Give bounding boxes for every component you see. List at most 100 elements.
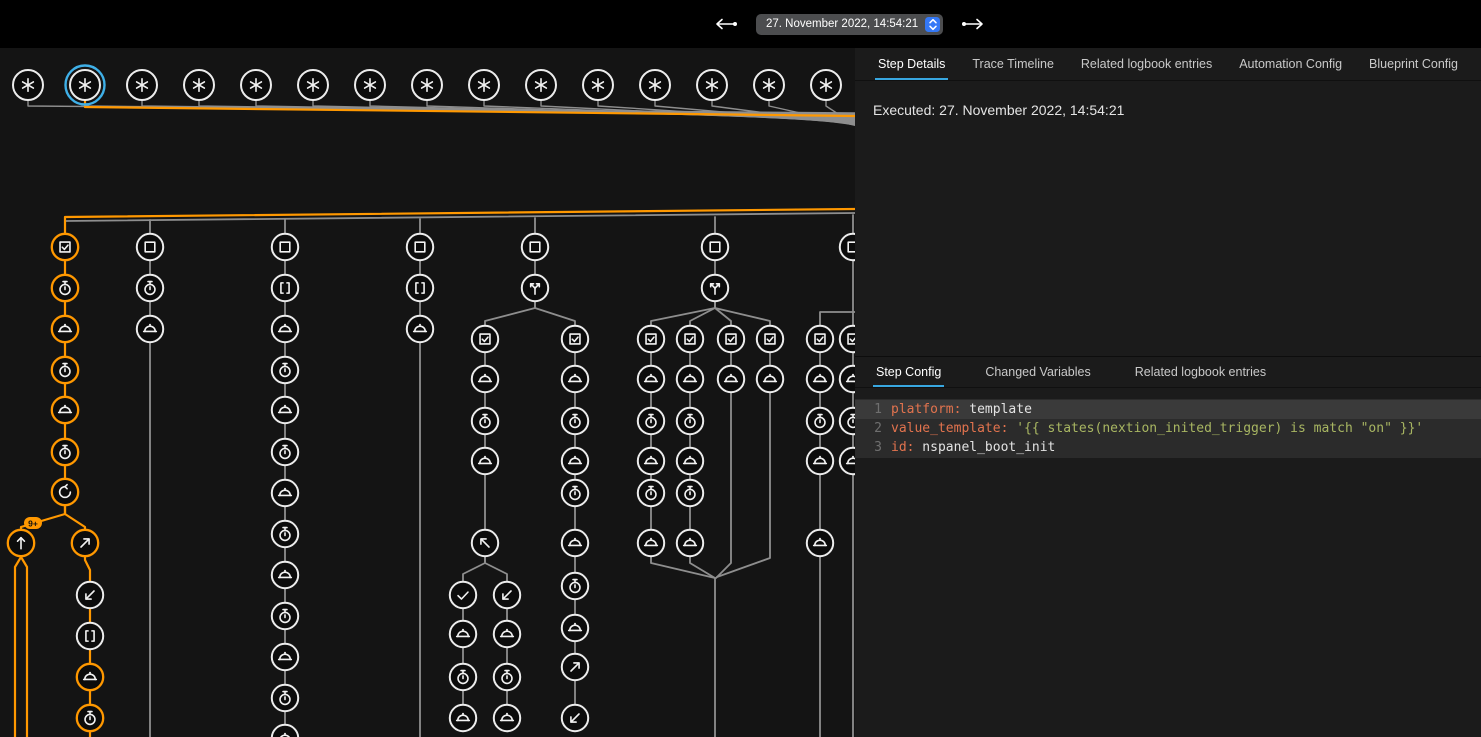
dome-node[interactable] (472, 448, 498, 474)
square-node[interactable] (137, 234, 163, 260)
square-node[interactable] (702, 234, 728, 260)
timer-node[interactable] (77, 705, 103, 731)
dome-node[interactable] (718, 366, 744, 392)
timer-node[interactable] (677, 480, 703, 506)
check-node[interactable] (450, 582, 476, 608)
trigger-node[interactable] (241, 70, 271, 100)
timer-node[interactable] (450, 664, 476, 690)
timer-node[interactable] (677, 408, 703, 434)
tab-changed-variables[interactable]: Changed Variables (982, 357, 1093, 387)
dome-node[interactable] (757, 366, 783, 392)
checkbox-node[interactable] (52, 234, 78, 260)
trigger-node[interactable] (754, 70, 784, 100)
trigger-node[interactable] (184, 70, 214, 100)
timer-node[interactable] (494, 664, 520, 690)
tab-related-logbook-entries[interactable]: Related logbook entries (1078, 48, 1215, 80)
dome-node[interactable] (638, 448, 664, 474)
trigger-node[interactable] (469, 70, 499, 100)
dome-node[interactable] (562, 448, 588, 474)
timer-node[interactable] (52, 275, 78, 301)
trigger-node[interactable] (697, 70, 727, 100)
checkbox-node[interactable] (718, 326, 744, 352)
dome-node[interactable] (638, 366, 664, 392)
brackets-node[interactable] (77, 623, 103, 649)
arrow-up-right-node[interactable] (562, 654, 588, 680)
timer-node[interactable] (840, 408, 855, 434)
split-node[interactable] (522, 275, 548, 301)
dome-node[interactable] (450, 705, 476, 731)
brackets-node[interactable] (407, 275, 433, 301)
checkbox-node[interactable] (677, 326, 703, 352)
dome-node[interactable] (494, 621, 520, 647)
checkbox-node[interactable] (472, 326, 498, 352)
timer-node[interactable] (272, 439, 298, 465)
dome-node[interactable] (472, 366, 498, 392)
dome-node[interactable] (272, 644, 298, 670)
dome-node[interactable] (677, 448, 703, 474)
split-node[interactable] (702, 275, 728, 301)
dome-node[interactable] (494, 705, 520, 731)
timer-node[interactable] (472, 408, 498, 434)
arrow-up-left-node[interactable] (472, 530, 498, 556)
dome-node[interactable] (562, 366, 588, 392)
timer-node[interactable] (562, 573, 588, 599)
arrow-down-left-node[interactable] (77, 582, 103, 608)
trigger-node[interactable] (583, 70, 613, 100)
step-config-code[interactable]: 1platform: template2value_template: '{{ … (855, 399, 1481, 458)
arrow-down-left-node[interactable] (562, 705, 588, 731)
timer-node[interactable] (807, 408, 833, 434)
timer-node[interactable] (272, 603, 298, 629)
square-node[interactable] (840, 234, 855, 260)
checkbox-node[interactable] (807, 326, 833, 352)
dome-node[interactable] (677, 530, 703, 556)
dome-node[interactable] (272, 480, 298, 506)
next-trace-button[interactable] (959, 15, 987, 33)
timer-node[interactable] (562, 408, 588, 434)
checkbox-node[interactable] (757, 326, 783, 352)
dome-node[interactable] (52, 397, 78, 423)
square-node[interactable] (272, 234, 298, 260)
square-node[interactable] (522, 234, 548, 260)
tab-automation-config[interactable]: Automation Config (1236, 48, 1345, 80)
previous-trace-button[interactable] (712, 15, 740, 33)
dome-node[interactable] (562, 615, 588, 641)
dome-node[interactable] (807, 366, 833, 392)
timer-node[interactable] (137, 275, 163, 301)
dome-node[interactable] (272, 316, 298, 342)
trigger-node[interactable] (355, 70, 385, 100)
dome-node[interactable] (272, 397, 298, 423)
dome-node[interactable] (407, 316, 433, 342)
dome-node[interactable] (52, 316, 78, 342)
checkbox-node[interactable] (638, 326, 664, 352)
timer-node[interactable] (562, 480, 588, 506)
dome-node[interactable] (677, 366, 703, 392)
arrow-up-node[interactable]: 9+ (8, 517, 42, 556)
brackets-node[interactable] (272, 275, 298, 301)
trigger-node[interactable] (13, 70, 43, 100)
dome-node[interactable] (807, 448, 833, 474)
dome-node[interactable] (562, 530, 588, 556)
trace-date-selector[interactable]: 27. November 2022, 14:54:21 (756, 14, 943, 35)
timer-node[interactable] (272, 357, 298, 383)
trigger-node[interactable] (811, 70, 841, 100)
dome-node[interactable] (638, 530, 664, 556)
timer-node[interactable] (638, 408, 664, 434)
trigger-node[interactable] (66, 66, 105, 105)
trigger-node[interactable] (640, 70, 670, 100)
dome-node[interactable] (77, 664, 103, 690)
dome-node[interactable] (450, 621, 476, 647)
repeat-node[interactable] (52, 479, 78, 505)
trigger-node[interactable] (526, 70, 556, 100)
timer-node[interactable] (52, 439, 78, 465)
trigger-node[interactable] (127, 70, 157, 100)
timer-node[interactable] (272, 521, 298, 547)
tab-blueprint-config[interactable]: Blueprint Config (1366, 48, 1461, 80)
timer-node[interactable] (52, 357, 78, 383)
arrow-down-left-node[interactable] (494, 582, 520, 608)
tab-step-config[interactable]: Step Config (873, 357, 944, 387)
dome-node[interactable] (272, 725, 298, 737)
dome-node[interactable] (137, 316, 163, 342)
checkbox-node[interactable] (840, 326, 855, 352)
arrow-up-right-node[interactable] (72, 530, 98, 556)
dome-node[interactable] (272, 562, 298, 588)
